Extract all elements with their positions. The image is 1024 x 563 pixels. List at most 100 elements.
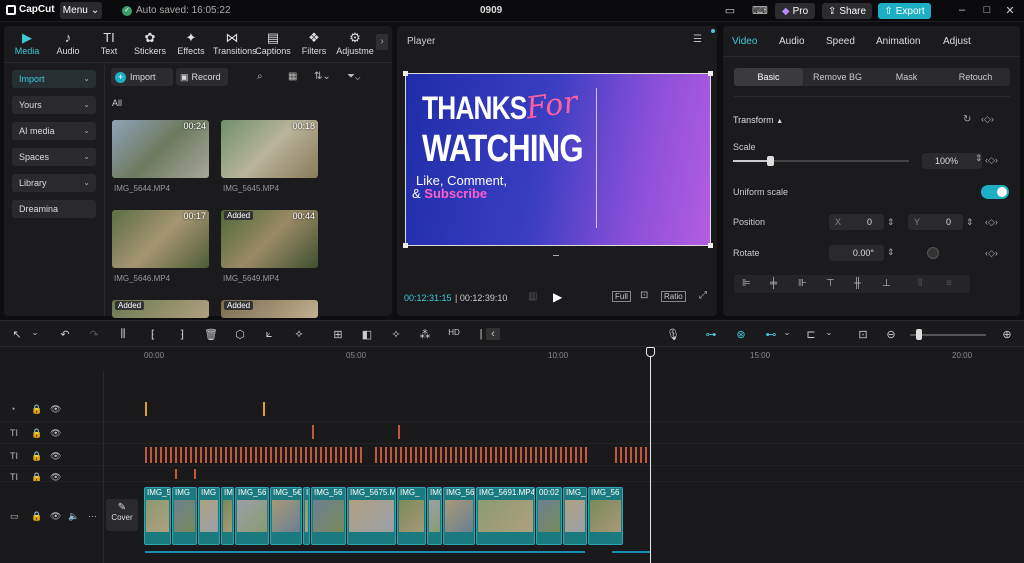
text-clip[interactable] xyxy=(440,447,442,463)
fullscreen-icon[interactable]: ⤢ xyxy=(699,290,707,301)
text-clip[interactable] xyxy=(145,447,147,463)
export-button[interactable]: ⇧ Export xyxy=(878,3,931,19)
text-clip[interactable] xyxy=(220,447,222,463)
text-clip[interactable] xyxy=(475,447,477,463)
text-clip[interactable] xyxy=(555,447,557,463)
keyframe-icon[interactable]: ‹◇› xyxy=(985,248,998,259)
keyframe-icon[interactable]: ‹◇› xyxy=(985,155,998,166)
tab-animation[interactable]: Animation xyxy=(876,36,920,47)
text-clip[interactable] xyxy=(180,447,182,463)
text-clip[interactable] xyxy=(425,447,427,463)
hd-icon[interactable]: HD xyxy=(447,328,461,337)
minimize-icon[interactable]: – xyxy=(955,4,969,16)
tab-filters[interactable]: ❖ Filters xyxy=(295,30,333,56)
text-clip[interactable] xyxy=(525,447,527,463)
text-clip[interactable] xyxy=(194,469,196,479)
media-clip[interactable]: 00:18 xyxy=(221,120,318,178)
video-clip[interactable]: IMG_5675.M xyxy=(347,487,396,545)
text-clip[interactable] xyxy=(455,447,457,463)
text-clip[interactable] xyxy=(465,447,467,463)
text-clip[interactable] xyxy=(640,447,642,463)
sidebar-item-yours[interactable]: Yours ⌄ xyxy=(12,96,96,114)
position-x-stepper-icon[interactable]: ⇕ xyxy=(887,217,895,228)
text-clip[interactable] xyxy=(210,447,212,463)
tab-captions[interactable]: ▤ Captions xyxy=(254,30,292,56)
text-clip[interactable] xyxy=(165,447,167,463)
more-icon[interactable]: ⋯ xyxy=(88,511,97,522)
reset-icon[interactable]: ↻ xyxy=(963,114,971,125)
text-clip[interactable] xyxy=(575,447,577,463)
grid-view-icon[interactable]: ▦ xyxy=(288,71,297,82)
text-clip[interactable] xyxy=(170,447,172,463)
rotate-dial[interactable] xyxy=(927,247,939,259)
text-clip[interactable] xyxy=(615,447,617,463)
undo-icon[interactable]: ↶ xyxy=(58,328,72,341)
distribute-h-icon[interactable]: ⫴ xyxy=(918,278,922,289)
text-clip[interactable] xyxy=(275,447,277,463)
pro-button[interactable]: ◆ Pro xyxy=(775,3,815,19)
chevron-down-icon[interactable]: ⌄ xyxy=(780,328,794,337)
text-clip[interactable] xyxy=(320,447,322,463)
text-clip[interactable] xyxy=(300,447,302,463)
text-clip[interactable] xyxy=(390,447,392,463)
eye-icon[interactable]: 👁 xyxy=(50,511,61,522)
text-clip[interactable] xyxy=(585,447,587,463)
sidebar-item-import[interactable]: Import ⌄ xyxy=(12,70,96,88)
tab-effects[interactable]: ✦ Effects xyxy=(172,30,210,56)
delete-icon[interactable]: 🗑 xyxy=(204,328,218,341)
text-clip[interactable] xyxy=(540,447,542,463)
volume-icon[interactable]: 🔈 xyxy=(68,511,79,522)
keyframe-icon[interactable]: ‹◇› xyxy=(981,114,994,125)
mask-icon[interactable]: ⬡ xyxy=(233,328,247,341)
text-clip[interactable] xyxy=(290,447,292,463)
text-clip[interactable] xyxy=(335,447,337,463)
text-clip[interactable] xyxy=(310,447,312,463)
sidebar-item-dreamina[interactable]: Dreamina xyxy=(12,200,96,218)
zoom-slider-handle[interactable] xyxy=(916,329,922,340)
text-clip[interactable] xyxy=(460,447,462,463)
position-x-input[interactable]: X0 xyxy=(829,214,884,230)
audio-clip[interactable] xyxy=(263,402,265,416)
play-icon[interactable]: ▶ xyxy=(553,290,562,304)
align-center-v-icon[interactable]: ╫ xyxy=(854,278,861,289)
text-clip[interactable] xyxy=(315,447,317,463)
text-clip[interactable] xyxy=(175,447,177,463)
text-clip[interactable] xyxy=(630,447,632,463)
text-clip[interactable] xyxy=(410,447,412,463)
align-center-h-icon[interactable]: ╪ xyxy=(770,278,777,289)
text-clip[interactable] xyxy=(235,447,237,463)
text-clip[interactable] xyxy=(565,447,567,463)
text-clip[interactable] xyxy=(340,447,342,463)
text-clip[interactable] xyxy=(500,447,502,463)
text-clip[interactable] xyxy=(250,447,252,463)
text-clip[interactable] xyxy=(380,447,382,463)
text-clip[interactable] xyxy=(545,447,547,463)
zoom-in-icon[interactable]: ⊕ xyxy=(1000,328,1014,341)
auto-reframe-icon[interactable]: ⟡ xyxy=(292,328,306,341)
preview-canvas[interactable]: THANKS For WATCHING Like, Comment, & Sub… xyxy=(403,71,713,248)
magic-wand-icon[interactable]: ⁂ xyxy=(418,328,432,341)
text-clip[interactable] xyxy=(240,447,242,463)
text-clip[interactable] xyxy=(160,447,162,463)
playhead-handle[interactable] xyxy=(646,347,655,357)
video-clip[interactable]: IMG_5691.MP4 xyxy=(476,487,535,545)
text-clip[interactable] xyxy=(205,447,207,463)
tab-audio[interactable]: Audio xyxy=(779,36,805,47)
text-clip[interactable] xyxy=(450,447,452,463)
media-clip[interactable]: 00:44 Added xyxy=(221,210,318,268)
text-clip[interactable] xyxy=(430,447,432,463)
text-clip[interactable] xyxy=(560,447,562,463)
text-clip[interactable] xyxy=(580,447,582,463)
zoom-out-icon[interactable]: ⊖ xyxy=(884,328,898,341)
position-y-stepper-icon[interactable]: ⇕ xyxy=(966,217,974,228)
tab-video[interactable]: Video xyxy=(732,36,757,47)
distribute-v-icon[interactable]: ≡ xyxy=(946,278,952,289)
rotate-handle[interactable] xyxy=(553,255,559,256)
text-clip[interactable] xyxy=(625,447,627,463)
text-clip[interactable] xyxy=(645,447,647,463)
subtab-basic[interactable]: Basic xyxy=(734,68,803,86)
preview-axis-icon[interactable]: ⊏ xyxy=(804,328,818,341)
video-clip[interactable]: IMG xyxy=(198,487,220,545)
scale-stepper-icon[interactable]: ⇕ xyxy=(975,153,983,164)
video-clip[interactable]: IMG_56 xyxy=(588,487,623,545)
